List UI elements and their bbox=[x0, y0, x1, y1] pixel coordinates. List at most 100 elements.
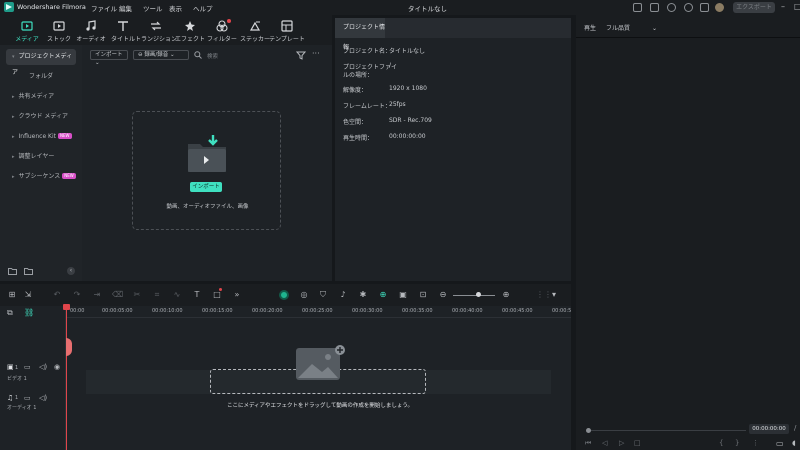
playhead-cap[interactable] bbox=[63, 304, 70, 310]
collapse-sidebar-icon[interactable]: ‹ bbox=[67, 267, 75, 275]
gift-icon[interactable] bbox=[700, 3, 709, 12]
mark-out-icon[interactable]: } bbox=[735, 439, 739, 447]
audio-track-icon: ♫ bbox=[7, 394, 14, 402]
prev-frame-icon[interactable]: ⏮ bbox=[585, 439, 591, 448]
tick-label: 00:00:15:00 bbox=[202, 308, 233, 314]
sidebar-item-influence-kit[interactable]: ▸ Influence Kit NEW bbox=[6, 129, 76, 145]
cloud-icon[interactable] bbox=[667, 3, 676, 12]
menu-help[interactable]: ヘルプ bbox=[193, 3, 213, 13]
time-ruler[interactable]: 00:00 00:00:05:00 00:00:10:00 00:00:15:0… bbox=[66, 306, 571, 318]
folder-icon[interactable]: ▭ bbox=[24, 363, 31, 371]
split-icon[interactable]: ⋮ bbox=[752, 439, 759, 447]
folder-icon[interactable]: ▭ bbox=[24, 394, 31, 402]
tick-label: 00:00:25:00 bbox=[302, 308, 333, 314]
stop-icon[interactable]: □ bbox=[634, 439, 641, 447]
screen-icon[interactable] bbox=[633, 3, 642, 12]
microphone-icon[interactable]: ♪ bbox=[338, 290, 348, 300]
import-dropdown[interactable]: インポート ⌄ bbox=[90, 50, 128, 66]
menu-tools[interactable]: ツール bbox=[143, 3, 163, 13]
speaker-icon[interactable]: ◁) bbox=[39, 394, 47, 402]
maximize-icon[interactable]: □ bbox=[794, 2, 800, 11]
playhead-handle[interactable] bbox=[66, 338, 72, 356]
tab-templates[interactable]: テンプレート bbox=[269, 15, 305, 45]
select-tool-icon[interactable]: ⇲ bbox=[23, 290, 33, 300]
link-icon[interactable]: ⛓ bbox=[24, 308, 34, 317]
cut-icon[interactable]: ✂ bbox=[132, 290, 142, 300]
crop-icon[interactable]: ⌗ bbox=[152, 290, 162, 300]
chevron-down-icon: ⌄ bbox=[652, 25, 658, 32]
sidebar-item-shared-media[interactable]: ▸ 共有メディア bbox=[6, 89, 76, 105]
render-icon[interactable]: ◎ bbox=[299, 290, 309, 300]
more-tools-icon[interactable]: » bbox=[232, 290, 242, 300]
folder-icon[interactable] bbox=[24, 267, 33, 275]
timeline-drop-hint: ここにメディアやエフェクトをドラッグして動画の作成を開始しましょう。 bbox=[226, 403, 414, 409]
ai-icon[interactable]: ✱ bbox=[358, 290, 368, 300]
auto-ripple-icon[interactable] bbox=[279, 290, 289, 300]
chevron-down-icon[interactable]: ▾ bbox=[549, 290, 559, 300]
menu-file[interactable]: ファイル bbox=[91, 3, 117, 13]
volume-icon[interactable]: ◖ bbox=[792, 439, 796, 447]
info-value-project-name: タイトルなし bbox=[389, 48, 426, 55]
add-track-icon[interactable]: ⧉ bbox=[7, 308, 13, 318]
tab-titles[interactable]: タイトル bbox=[108, 15, 138, 45]
tab-playback[interactable]: 再生 bbox=[584, 23, 596, 32]
quality-dropdown[interactable]: フル品質 ⌄ bbox=[606, 23, 657, 32]
save-icon[interactable] bbox=[650, 3, 659, 12]
import-button[interactable]: インポート bbox=[190, 182, 222, 192]
menu-view[interactable]: 表示 bbox=[169, 3, 182, 13]
media-icon bbox=[21, 21, 33, 31]
shield-icon[interactable]: ⛉ bbox=[318, 290, 328, 300]
tick-label: 00:00:5 bbox=[552, 308, 572, 314]
snap-icon[interactable]: ⊕ bbox=[378, 290, 388, 300]
sidebar-item-folder[interactable]: フォルダ bbox=[6, 69, 76, 85]
layout-grid-icon[interactable]: ⊞ bbox=[7, 290, 17, 300]
play-icon[interactable]: ▷ bbox=[619, 439, 624, 447]
undo-icon[interactable]: ↶ bbox=[52, 290, 62, 300]
tab-project-info[interactable]: プロジェクト情報 bbox=[335, 18, 385, 51]
tab-transitions[interactable]: トランジション bbox=[135, 15, 177, 45]
sidebar-item-cloud-media[interactable]: ▸ クラウド メディア bbox=[6, 109, 76, 125]
eye-icon[interactable]: ◉ bbox=[54, 363, 60, 371]
import-dropdown-label: インポート bbox=[95, 52, 123, 58]
redo-alt-icon[interactable]: ⇥ bbox=[92, 290, 102, 300]
avatar[interactable] bbox=[715, 3, 724, 12]
sidebar-item-adjustment-layer[interactable]: ▸ 調整レイヤー bbox=[6, 149, 76, 165]
import-drop-zone[interactable]: インポート 動画、オーディオファイル、画像 bbox=[132, 111, 281, 230]
redo-icon[interactable]: ↷ bbox=[72, 290, 82, 300]
text-tool-icon[interactable]: T bbox=[192, 290, 202, 300]
record-dropdown[interactable]: ⊖ 録画/録音 ⌄ bbox=[133, 50, 189, 60]
pip-icon[interactable]: ▣ bbox=[398, 290, 408, 300]
tick-label: 00:00:20:00 bbox=[252, 308, 283, 314]
audio-wave-icon[interactable]: ∿ bbox=[172, 290, 182, 300]
sidebar-item-subsequence[interactable]: ▸ サブシーケンス NEW bbox=[6, 169, 76, 185]
zoom-slider[interactable] bbox=[453, 295, 495, 296]
zoom-slider-knob[interactable] bbox=[476, 292, 481, 297]
chevron-down-icon: ⌄ bbox=[169, 52, 175, 58]
filter-icon[interactable] bbox=[296, 50, 306, 60]
import-hint-text: 動画、オーディオファイル、画像 bbox=[166, 204, 249, 210]
delete-icon[interactable]: ⌫ bbox=[112, 290, 123, 300]
playhead-line[interactable] bbox=[66, 306, 67, 450]
info-value-color-space: SDR - Rec.709 bbox=[389, 117, 432, 124]
record-voice-icon[interactable]: □ bbox=[212, 290, 222, 300]
menu-edit[interactable]: 編集 bbox=[119, 3, 132, 13]
view-options-icon[interactable]: ⋮⋮ bbox=[536, 290, 552, 300]
search-input[interactable]: 検索 bbox=[207, 52, 218, 60]
rewind-icon[interactable]: ◁ bbox=[602, 439, 607, 447]
new-folder-icon[interactable] bbox=[8, 267, 17, 275]
more-options-icon[interactable]: ··· bbox=[312, 49, 320, 58]
zoom-out-icon[interactable]: ⊖ bbox=[438, 290, 448, 300]
timeline-toolbar: ⊞ ⇲ ↶ ↷ ⇥ ⌫ ✂ ⌗ ∿ T □ » ◎ ⛉ ♪ ✱ ⊕ ▣ ⊡ ⊖ … bbox=[0, 284, 571, 306]
new-badge: NEW bbox=[58, 133, 72, 139]
monitor-icon[interactable]: ▭ bbox=[776, 439, 784, 448]
speaker-icon[interactable]: ◁) bbox=[39, 363, 47, 371]
mark-icon[interactable]: ⊡ bbox=[418, 290, 428, 300]
minimize-icon[interactable]: – bbox=[781, 2, 785, 11]
sidebar-item-project-media[interactable]: ▾ プロジェクトメディア bbox=[6, 49, 76, 76]
tab-filters[interactable]: フィルター bbox=[207, 15, 237, 45]
headset-icon[interactable] bbox=[684, 3, 693, 12]
mark-in-icon[interactable]: { bbox=[719, 439, 723, 447]
progress-track[interactable] bbox=[591, 430, 746, 431]
zoom-in-icon[interactable]: ⊕ bbox=[501, 290, 511, 300]
export-button[interactable]: エクスポート bbox=[733, 2, 775, 13]
